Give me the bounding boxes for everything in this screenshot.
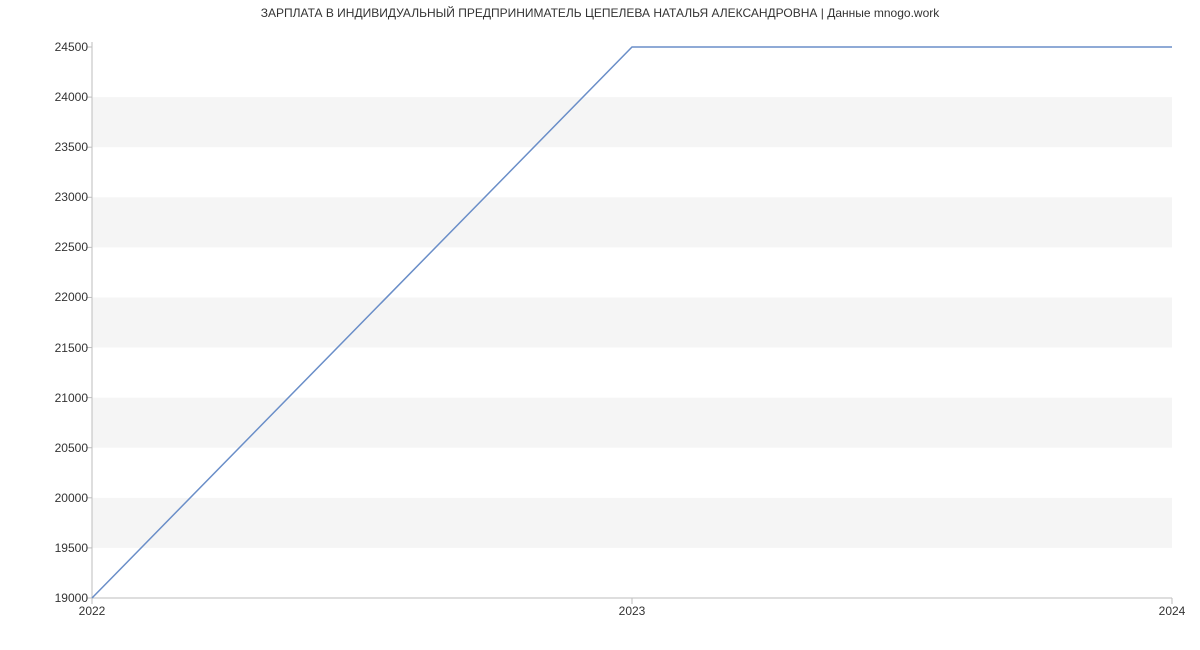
plot-area [92, 42, 1172, 598]
x-tick-label: 2023 [619, 604, 646, 618]
chart-title: ЗАРПЛАТА В ИНДИВИДУАЛЬНЫЙ ПРЕДПРИНИМАТЕЛ… [0, 6, 1200, 20]
x-tick-label: 2024 [1159, 604, 1186, 618]
y-tick-label: 23000 [28, 190, 88, 204]
y-tick-label: 24000 [28, 90, 88, 104]
y-tick-label: 23500 [28, 140, 88, 154]
y-tick-label: 22500 [28, 240, 88, 254]
y-tick-label: 21500 [28, 341, 88, 355]
y-tick-label: 19500 [28, 541, 88, 555]
y-tick-label: 20000 [28, 491, 88, 505]
y-tick-label: 20500 [28, 441, 88, 455]
x-tick-label: 2022 [79, 604, 106, 618]
y-tick-label: 22000 [28, 290, 88, 304]
y-tick-label: 21000 [28, 391, 88, 405]
y-tick-label: 19000 [28, 591, 88, 605]
chart-container: ЗАРПЛАТА В ИНДИВИДУАЛЬНЫЙ ПРЕДПРИНИМАТЕЛ… [0, 0, 1200, 650]
y-tick-label: 24500 [28, 40, 88, 54]
plot-svg [92, 42, 1172, 598]
